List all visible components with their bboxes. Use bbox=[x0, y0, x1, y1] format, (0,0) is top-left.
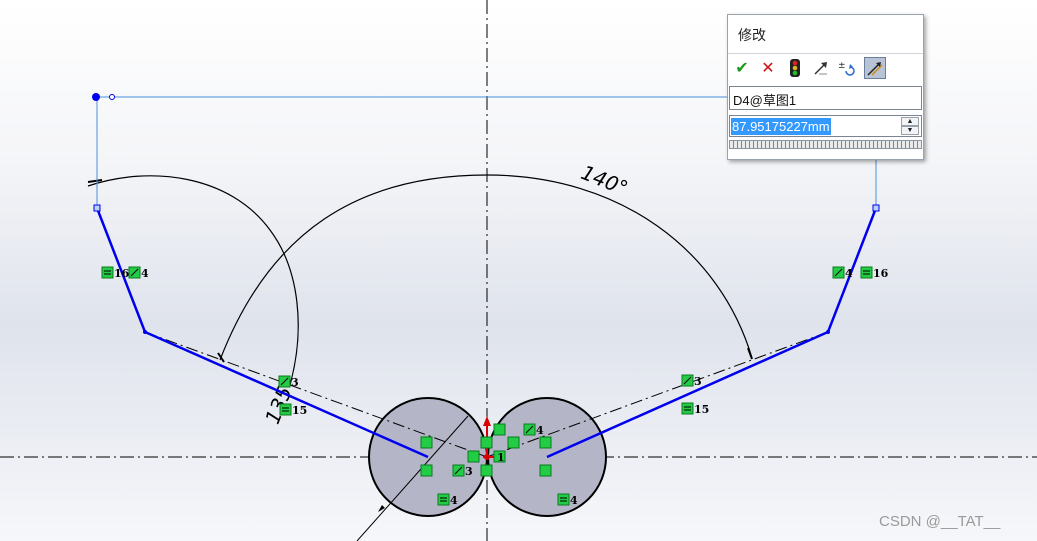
dimension-tool-icon bbox=[867, 62, 883, 76]
rebuild-button[interactable] bbox=[784, 57, 806, 79]
construction-line-left[interactable] bbox=[144, 331, 488, 458]
relation-left-15-label: 15 bbox=[292, 404, 307, 417]
relation-right-tangent-4[interactable]: 4 bbox=[832, 266, 853, 280]
relation-left-parallel-16[interactable]: 16 bbox=[101, 266, 130, 280]
relation-left-3-label: 3 bbox=[291, 376, 299, 389]
checkmark-icon: ✔ bbox=[735, 60, 749, 77]
relation-origin-coincident-1[interactable]: 1 bbox=[493, 450, 506, 464]
close-icon: ✕ bbox=[761, 60, 775, 77]
relation-right-circle-4-label: 4 bbox=[570, 494, 578, 507]
relation-center-4-label: 4 bbox=[536, 424, 544, 437]
relation-left-16-label: 16 bbox=[114, 267, 130, 280]
relation-left-circle-4-label: 4 bbox=[450, 494, 458, 507]
relation-right-15-label: 15 bbox=[694, 403, 709, 416]
dialog-separator bbox=[728, 53, 923, 54]
relation-left-tangent-3[interactable]: 3 bbox=[278, 375, 299, 389]
angle-140-arc[interactable] bbox=[219, 174, 753, 361]
spin-down-button[interactable]: ▼ bbox=[901, 126, 919, 135]
angle-140-tick-left bbox=[217, 352, 225, 363]
origin-y-arrowhead bbox=[483, 416, 491, 426]
relation-right-4-label: 4 bbox=[845, 267, 853, 280]
dimension-value-input[interactable]: 87.95175227mm ▲ ▼ bbox=[729, 115, 922, 137]
relation-right-3-label: 3 bbox=[694, 375, 702, 388]
origin-point[interactable] bbox=[484, 454, 490, 460]
top-left-point-small[interactable] bbox=[109, 94, 115, 100]
cancel-button[interactable]: ✕ bbox=[757, 57, 779, 79]
dimension-options-button[interactable] bbox=[864, 57, 886, 79]
right-corner-point bbox=[826, 330, 830, 334]
traffic-light-icon bbox=[790, 59, 800, 77]
mark-dimension-button[interactable]: ± bbox=[836, 57, 858, 79]
relation-left-circle-equal-4[interactable]: 4 bbox=[437, 493, 458, 507]
spin-up-button[interactable]: ▲ bbox=[901, 117, 919, 126]
plus-minus-arrow-icon: ± bbox=[838, 61, 855, 76]
construction-line-right[interactable] bbox=[486, 331, 829, 458]
top-left-point[interactable] bbox=[92, 93, 100, 101]
relation-right-16-label: 16 bbox=[873, 267, 889, 280]
angle-140-label[interactable]: 140° bbox=[578, 160, 632, 200]
relation-right-parallel-16[interactable]: 16 bbox=[860, 266, 889, 280]
dimension-value-text[interactable]: 87.95175227mm bbox=[731, 118, 831, 135]
right-endpoint[interactable] bbox=[872, 204, 880, 212]
relation-center-tangent-4[interactable]: 4 bbox=[523, 423, 544, 437]
modify-dialog[interactable]: 修改 ✔ ✕ ± D4@草图1 87.95175227mm ▲ ▼ bbox=[727, 14, 924, 160]
relation-left-4-label: 4 bbox=[141, 267, 149, 280]
value-thumbwheel[interactable] bbox=[729, 140, 922, 149]
reverse-arrow-icon bbox=[814, 62, 827, 75]
left-corner-point bbox=[143, 330, 147, 334]
relation-center-3-label: 3 bbox=[465, 465, 473, 478]
left-endpoint[interactable] bbox=[93, 204, 101, 212]
relation-right-tangent-3[interactable]: 3 bbox=[681, 374, 702, 388]
relation-origin-1-label: 1 bbox=[497, 451, 505, 464]
watermark-text: CSDN @__TAT__ bbox=[879, 513, 1001, 530]
relation-left-parallel-15[interactable]: 15 bbox=[279, 403, 307, 417]
relation-left-tangent-4[interactable]: 4 bbox=[128, 266, 149, 280]
angle-135-tick bbox=[87, 179, 103, 183]
relation-center-tangent-3[interactable]: 3 bbox=[452, 464, 473, 478]
svg-text:±: ± bbox=[838, 61, 846, 71]
dialog-title: 修改 bbox=[738, 27, 766, 43]
reverse-direction-button[interactable] bbox=[810, 57, 832, 79]
ok-button[interactable]: ✔ bbox=[731, 57, 753, 79]
relation-right-circle-equal-4[interactable]: 4 bbox=[557, 493, 578, 507]
relation-right-parallel-15[interactable]: 15 bbox=[681, 402, 709, 416]
dimension-name-field[interactable]: D4@草图1 bbox=[729, 86, 922, 110]
